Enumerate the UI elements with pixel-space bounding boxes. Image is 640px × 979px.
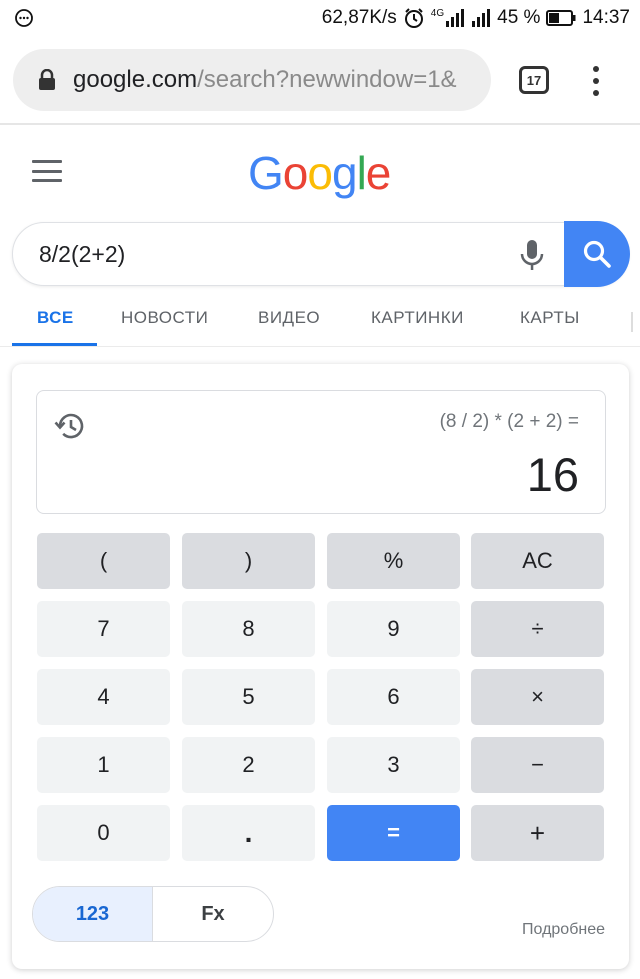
key-percent[interactable]: % [327,533,460,589]
key-8[interactable]: 8 [182,601,315,657]
key-equals[interactable]: = [327,805,460,861]
mode-basic-button[interactable]: 123 [33,887,153,941]
calculator-expression: (8 / 2) * (2 + 2) = [439,411,579,432]
logo-letter: l [356,147,367,199]
browser-toolbar: google.com/search?newwindow=1& 17 [0,36,640,124]
key-subtract[interactable]: − [471,737,604,793]
search-button[interactable] [564,221,630,287]
url-path: /search?newwindow=1& [197,66,457,93]
lock-icon [39,69,55,90]
tabs-divider [0,346,640,347]
tabs-overflow-fade [631,312,640,332]
key-1[interactable]: 1 [37,737,170,793]
key-multiply[interactable]: × [471,669,604,725]
search-box [12,222,629,286]
tab-news[interactable]: НОВОСТИ [121,308,208,328]
key-6[interactable]: 6 [327,669,460,725]
key-5[interactable]: 5 [182,669,315,725]
key-add[interactable]: + [471,805,604,861]
signal-icon [446,9,465,27]
key-7[interactable]: 7 [37,601,170,657]
status-bar: 62,87K/s 4G 45 % 14:37 [0,0,640,36]
logo-letter: G [248,147,284,199]
tab-switcher-button[interactable]: 17 [519,66,549,94]
search-tabs: ВСЕ НОВОСТИ ВИДЕО КАРТИНКИ КАРТЫ [0,296,640,348]
chat-bubble-icon [15,9,33,27]
calculator-display: (8 / 2) * (2 + 2) = 16 [36,390,606,514]
search-icon [583,240,611,268]
microphone-icon[interactable] [516,237,548,273]
tab-video[interactable]: ВИДЕО [258,308,320,328]
key-4[interactable]: 4 [37,669,170,725]
logo-letter: e [365,147,392,199]
calculator-mode-toggle: 123 Fx [32,886,274,942]
toolbar-divider [0,123,640,125]
key-open-paren[interactable]: ( [37,533,170,589]
network-speed: 62,87K/s [321,7,397,28]
clock: 14:37 [582,7,630,28]
search-input[interactable] [39,241,479,268]
more-options-icon[interactable] [585,66,607,96]
tab-maps[interactable]: КАРТЫ [520,308,580,328]
calculator-card: (8 / 2) * (2 + 2) = 16 ( ) % AC 7 8 9 ÷ … [12,364,629,969]
key-decimal[interactable]: . [182,805,315,861]
tab-images[interactable]: КАРТИНКИ [371,308,464,328]
alarm-icon [404,8,423,28]
logo-letter: g [331,147,358,199]
address-bar[interactable]: google.com/search?newwindow=1& [13,49,491,111]
logo-letter: o [307,147,333,199]
key-9[interactable]: 9 [327,601,460,657]
url-text: google.com/search?newwindow=1& [73,66,483,94]
logo-letter: o [282,147,309,199]
key-close-paren[interactable]: ) [182,533,315,589]
history-icon[interactable] [53,409,87,443]
tab-count: 17 [526,72,542,88]
network-type-label: 4G [430,8,445,19]
key-divide[interactable]: ÷ [471,601,604,657]
signal-icon-2 [472,9,491,27]
key-all-clear[interactable]: AC [471,533,604,589]
key-3[interactable]: 3 [327,737,460,793]
mode-functions-button[interactable]: Fx [153,887,273,941]
battery-percent: 45 % [497,7,541,28]
key-2[interactable]: 2 [182,737,315,793]
more-info-link[interactable]: Подробнее [522,921,605,939]
key-0[interactable]: 0 [37,805,170,861]
calculator-result: 16 [526,448,579,501]
google-logo[interactable]: Google [248,146,392,200]
tab-all[interactable]: ВСЕ [37,308,74,328]
url-domain: google.com [73,66,198,93]
hamburger-menu-icon[interactable] [32,160,62,182]
battery-icon [546,10,576,26]
